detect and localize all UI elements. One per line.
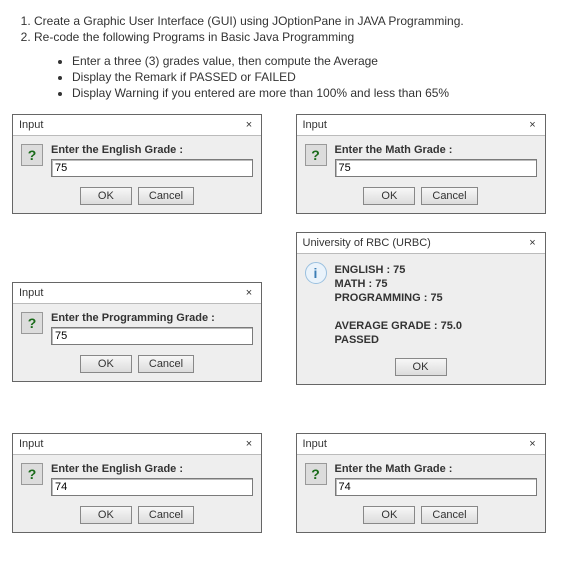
cancel-button[interactable]: Cancel	[421, 506, 477, 524]
input-dialog-english-2: Input × ? Enter the English Grade : OK C…	[12, 433, 262, 533]
question-icon: ?	[305, 144, 327, 166]
prompt-label: Enter the English Grade :	[51, 144, 253, 156]
instruction-subitem: Display Warning if you entered are more …	[72, 86, 557, 100]
close-icon[interactable]: ×	[525, 236, 541, 250]
ok-button[interactable]: OK	[80, 506, 132, 524]
prompt-label: Enter the Math Grade :	[335, 463, 537, 475]
close-icon[interactable]: ×	[241, 118, 257, 132]
result-line: PASSED	[335, 334, 537, 346]
ok-button[interactable]: OK	[363, 506, 415, 524]
dialog-title: University of RBC (URBC)	[301, 237, 431, 249]
instruction-subitem: Enter a three (3) grades value, then com…	[72, 54, 557, 68]
instruction-item: Create a Graphic User Interface (GUI) us…	[34, 14, 557, 28]
question-icon: ?	[305, 463, 327, 485]
close-icon[interactable]: ×	[525, 118, 541, 132]
close-icon[interactable]: ×	[241, 286, 257, 300]
instruction-item: Re-code the following Programs in Basic …	[34, 30, 557, 44]
grade-input[interactable]	[51, 159, 253, 177]
grade-input[interactable]	[51, 478, 253, 496]
input-dialog-programming: Input × ? Enter the Programming Grade : …	[12, 282, 262, 382]
input-dialog-english: Input × ? Enter the English Grade : OK C…	[12, 114, 262, 214]
ok-button[interactable]: OK	[80, 187, 132, 205]
grade-input[interactable]	[335, 478, 537, 496]
info-icon: i	[305, 262, 327, 284]
cancel-button[interactable]: Cancel	[138, 355, 194, 373]
result-line	[335, 306, 537, 318]
cancel-button[interactable]: Cancel	[138, 187, 194, 205]
input-dialog-math-2: Input × ? Enter the Math Grade : OK Canc…	[296, 433, 546, 533]
input-dialog-math: Input × ? Enter the Math Grade : OK Canc…	[296, 114, 546, 214]
dialog-title: Input	[17, 119, 43, 131]
result-line: ENGLISH : 75	[335, 264, 537, 276]
result-dialog: University of RBC (URBC) × i ENGLISH : 7…	[296, 232, 546, 385]
dialog-title: Input	[301, 119, 327, 131]
question-icon: ?	[21, 463, 43, 485]
grade-input[interactable]	[51, 327, 253, 345]
question-icon: ?	[21, 312, 43, 334]
close-icon[interactable]: ×	[241, 437, 257, 451]
result-line: MATH : 75	[335, 278, 537, 290]
ok-button[interactable]: OK	[80, 355, 132, 373]
close-icon[interactable]: ×	[525, 437, 541, 451]
cancel-button[interactable]: Cancel	[138, 506, 194, 524]
instructions: Create a Graphic User Interface (GUI) us…	[12, 14, 557, 100]
grade-input[interactable]	[335, 159, 537, 177]
dialog-title: Input	[17, 287, 43, 299]
ok-button[interactable]: OK	[395, 358, 447, 376]
prompt-label: Enter the Math Grade :	[335, 144, 537, 156]
result-line: PROGRAMMING : 75	[335, 292, 537, 304]
instruction-subitem: Display the Remark if PASSED or FAILED	[72, 70, 557, 84]
prompt-label: Enter the Programming Grade :	[51, 312, 253, 324]
ok-button[interactable]: OK	[363, 187, 415, 205]
cancel-button[interactable]: Cancel	[421, 187, 477, 205]
dialog-title: Input	[301, 438, 327, 450]
prompt-label: Enter the English Grade :	[51, 463, 253, 475]
question-icon: ?	[21, 144, 43, 166]
result-line: AVERAGE GRADE : 75.0	[335, 320, 537, 332]
dialog-title: Input	[17, 438, 43, 450]
